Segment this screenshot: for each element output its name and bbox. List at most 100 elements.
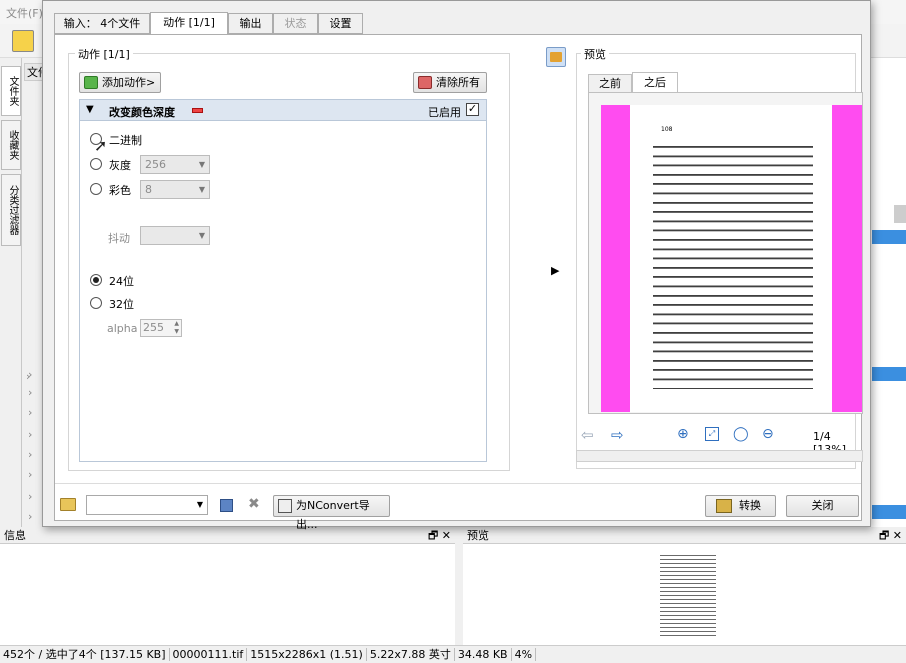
tab-before[interactable]: 之前 [588, 74, 632, 93]
scrollbar-thumb[interactable] [894, 205, 906, 223]
zoom-in-icon[interactable]: ⊕ [677, 426, 689, 442]
preview-toggle-icon[interactable] [546, 47, 566, 67]
selected-thumbnail-strip[interactable] [872, 367, 906, 381]
preview-group: 预览 之前 之后 108 ⇦ ⇨ ⊕ ⤢ ◯ ⊖ 1/4 [13%] [576, 46, 863, 469]
tree-expander-icon[interactable]: › [28, 368, 32, 381]
enabled-label: 已启用 [428, 106, 461, 119]
color-select[interactable]: 8 ▼ [140, 180, 210, 199]
action-header[interactable]: ▼ 改变颜色深度 已启用 ✓ [80, 100, 486, 121]
info-panel-label: 信息 [4, 529, 26, 542]
open-folder-icon[interactable] [60, 498, 76, 511]
actions-group: 动作 [1/1] 添加动作> 清除所有 ▼ 改变颜色深度 已启用 ✓ 二进制 ➚… [68, 46, 510, 471]
preview-panel-label: 预览 [467, 529, 489, 542]
side-tab-strip: 文件夹 收藏夹 分类过滤器 › [0, 58, 30, 528]
tree-expander-icon[interactable]: › [28, 428, 32, 441]
status-filename: 00000111.tif [169, 648, 248, 661]
status-zoom: 4% [511, 648, 537, 661]
close-button[interactable]: 关闭 [786, 495, 859, 517]
side-tab-category-filter[interactable]: 分类过滤器 [1, 174, 21, 246]
preview-scrollbar[interactable] [576, 450, 863, 462]
fit-to-window-icon[interactable]: ⤢ [705, 427, 719, 441]
tab-actions[interactable]: 动作 [1/1] [150, 12, 228, 35]
binary-label: 二进制 [109, 134, 142, 147]
tab-settings[interactable]: 设置 [318, 13, 363, 34]
status-physical-size: 5.22x7.88 英寸 [366, 648, 455, 661]
convert-label: 转换 [739, 499, 761, 512]
preview-panel-title: 预览 🗗 ✕ [463, 527, 906, 544]
actions-tab-pane: 动作 [1/1] 添加动作> 清除所有 ▼ 改变颜色深度 已启用 ✓ 二进制 ➚… [54, 34, 863, 521]
alpha-value: 255 [143, 321, 164, 334]
tab-after[interactable]: 之后 [632, 72, 678, 93]
convert-button[interactable]: 转换 [705, 495, 776, 517]
batch-convert-dialog: 输入： 4个文件 动作 [1/1] 输出 状态 设置 动作 [1/1] 添加动作… [42, 0, 871, 531]
side-tab-favorites[interactable]: 收藏夹 [1, 120, 21, 170]
color-radio[interactable] [90, 183, 102, 195]
magenta-border-left [601, 105, 630, 412]
actions-group-label: 动作 [1/1] [75, 46, 133, 62]
expand-arrow-icon[interactable]: ▶ [551, 264, 559, 277]
info-panel-title: 信息 🗗 ✕ [0, 527, 455, 544]
toolbar-photo-icon[interactable] [12, 30, 34, 52]
tree-expander-icon[interactable]: › [28, 510, 32, 523]
status-dimensions: 1515x2286x1 (1.51) [247, 648, 367, 661]
export-nconvert-button[interactable]: 为NConvert导出... [273, 495, 390, 531]
tree-expander-icon[interactable]: › [28, 468, 32, 481]
preview-page: 108 [601, 105, 862, 412]
grayscale-label: 灰度 [109, 159, 131, 172]
color-label: 彩色 [109, 184, 131, 197]
page-number: 108 [661, 126, 673, 133]
convert-icon [716, 499, 732, 513]
bit24-radio[interactable] [90, 274, 102, 286]
dither-select[interactable]: ▼ [140, 226, 210, 245]
mouse-cursor-icon: ➚ [94, 136, 108, 155]
grayscale-radio[interactable] [90, 158, 102, 170]
clear-all-icon [418, 76, 432, 89]
tree-expander-icon[interactable]: › [28, 386, 32, 399]
clear-all-button[interactable]: 清除所有 [413, 72, 487, 93]
grayscale-select[interactable]: 256 ▼ [140, 155, 210, 174]
bit32-radio[interactable] [90, 297, 102, 309]
clear-all-label: 清除所有 [436, 76, 480, 89]
action-title: 改变颜色深度 [109, 106, 175, 119]
grayscale-select-value: 256 [145, 158, 166, 171]
zoom-actual-icon[interactable]: ◯ [733, 426, 749, 442]
path-combo[interactable]: ▼ [86, 495, 208, 515]
previous-page-icon[interactable]: ⇦ [581, 426, 594, 444]
enabled-checkbox[interactable]: ✓ [466, 103, 479, 116]
add-action-label: 添加动作> [102, 76, 156, 89]
status-count: 452个 / 选中了4个 [137.15 KB] [0, 648, 170, 661]
next-page-icon[interactable]: ⇨ [611, 426, 624, 444]
preview-panel-controls[interactable]: 🗗 ✕ [879, 527, 902, 544]
save-icon[interactable] [220, 499, 233, 512]
delete-icon[interactable]: ✖ [248, 496, 260, 512]
chevron-down-icon: ▼ [198, 185, 205, 194]
tree-expander-icon[interactable]: › [28, 406, 32, 419]
collapse-triangle-icon[interactable]: ▼ [86, 104, 94, 115]
color-select-value: 8 [145, 183, 152, 196]
side-tab-folders[interactable]: 文件夹 [1, 66, 21, 116]
remove-action-icon[interactable] [192, 108, 203, 113]
tree-expander-icon[interactable]: › [28, 490, 32, 503]
tab-status[interactable]: 状态 [273, 13, 318, 34]
tab-input[interactable]: 输入： 4个文件 [54, 13, 150, 34]
add-action-button[interactable]: 添加动作> [79, 72, 161, 93]
bit32-label: 32位 [109, 298, 134, 311]
tab-output[interactable]: 输出 [228, 13, 273, 34]
alpha-spinbox[interactable]: 255 ▲ ▼ [140, 319, 182, 337]
info-panel-controls[interactable]: 🗗 ✕ [428, 527, 451, 544]
status-bar: 452个 / 选中了4个 [137.15 KB] 00000111.tif 1515… [0, 645, 906, 663]
panel-divider[interactable] [455, 527, 463, 645]
bottom-separator [55, 483, 861, 484]
menu-file[interactable]: 文件(F) [6, 5, 43, 21]
zoom-out-icon[interactable]: ⊖ [762, 426, 774, 442]
preview-canvas: 108 [588, 92, 863, 414]
action-panel: ▼ 改变颜色深度 已启用 ✓ 二进制 ➚ 灰度 256 ▼ 彩色 8 ▼ 抖动 … [79, 99, 487, 462]
selected-thumbnail-strip[interactable] [872, 230, 906, 244]
add-action-icon [84, 76, 98, 89]
tree-expander-icon[interactable]: › [28, 448, 32, 461]
export-nconvert-label: 为NConvert导出... [296, 499, 370, 531]
export-icon [278, 499, 292, 513]
spin-arrows-icon[interactable]: ▲ ▼ [174, 320, 179, 336]
selected-thumbnail-strip[interactable] [872, 505, 906, 519]
chevron-down-icon: ▼ [198, 160, 205, 169]
